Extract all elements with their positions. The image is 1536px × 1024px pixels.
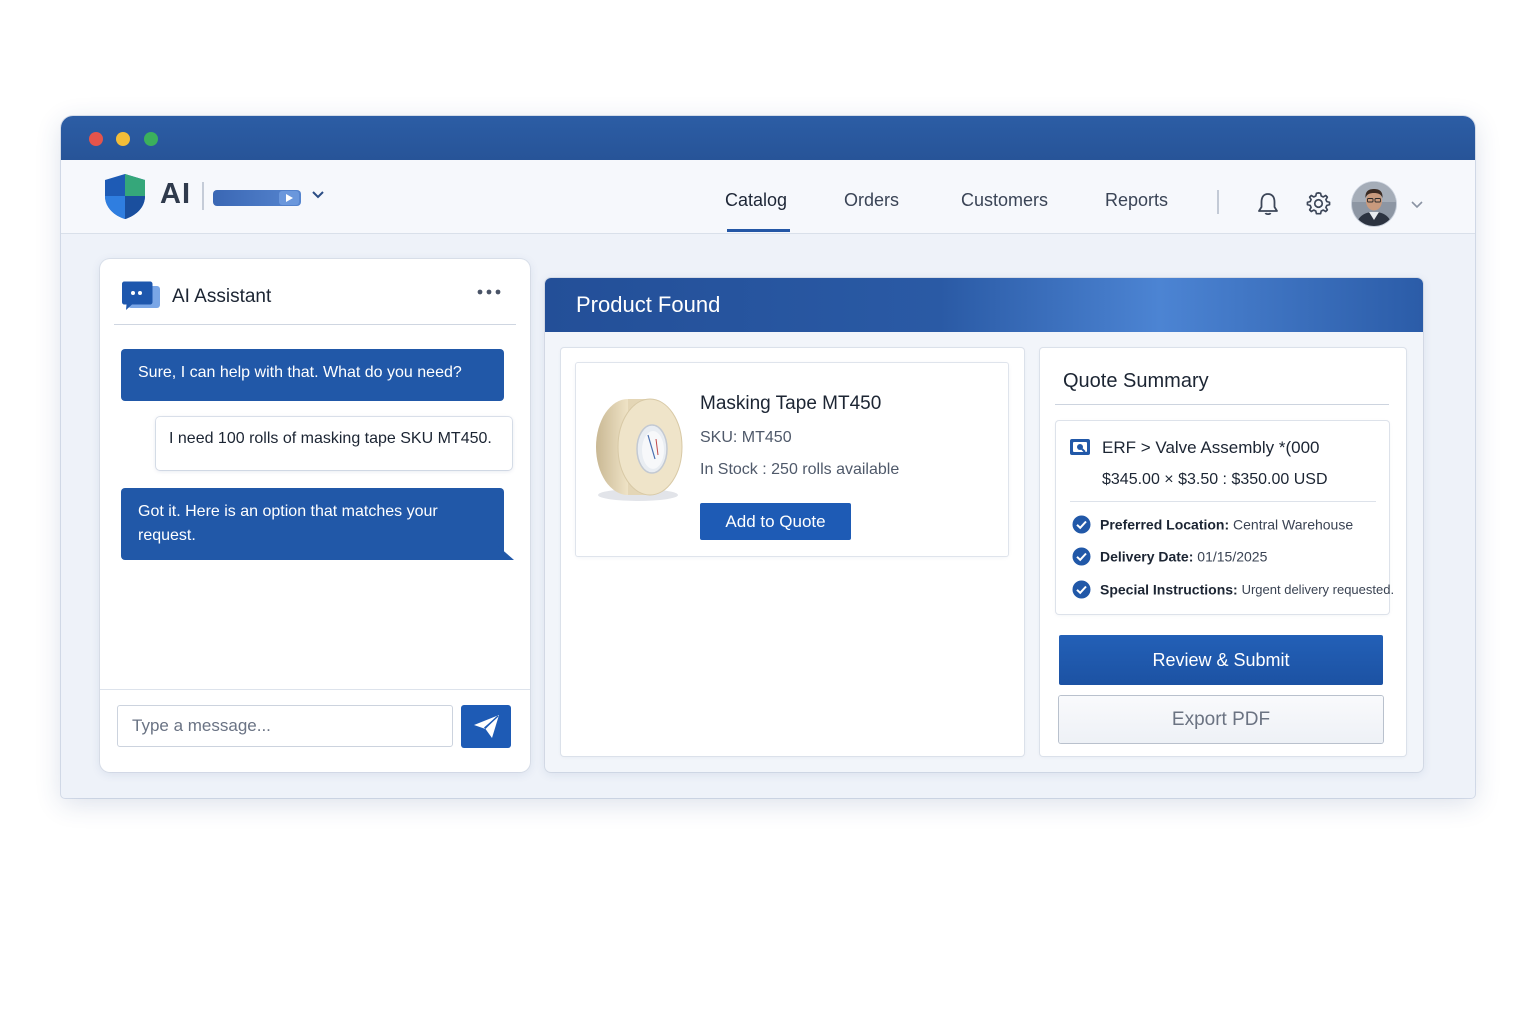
product-found-panel: Product Found Masking Tape MT450 SKU: MT… bbox=[545, 278, 1423, 772]
app-window: AI Catalog Orders Customers Reports AI A… bbox=[61, 116, 1475, 798]
add-to-quote-button[interactable]: Add to Quote bbox=[700, 503, 851, 540]
user-avatar-photo bbox=[1352, 182, 1396, 226]
quote-price-line: $345.00 × $3.50 : $350.00 USD bbox=[1102, 471, 1328, 488]
brand-name: AI bbox=[160, 178, 191, 210]
product-stock: In Stock : 250 rolls available bbox=[700, 461, 900, 478]
brand-divider bbox=[202, 182, 204, 210]
product-name: Masking Tape MT450 bbox=[700, 393, 882, 414]
maximize-window-button[interactable] bbox=[144, 132, 158, 146]
chat-header-divider bbox=[114, 324, 516, 325]
chevron-down-icon[interactable] bbox=[1410, 198, 1424, 212]
message-input[interactable] bbox=[117, 705, 453, 747]
detail-value: Central Warehouse bbox=[1233, 516, 1354, 533]
product-sku: SKU: MT450 bbox=[700, 429, 792, 446]
detail-label: Preferred Location: bbox=[1100, 516, 1230, 533]
chat-bubble-icon bbox=[122, 281, 160, 310]
ai-assistant-panel: AI Assistant Sure, I can help with that.… bbox=[100, 259, 530, 772]
send-button[interactable] bbox=[461, 705, 511, 748]
detail-special-instructions: Special Instructions: Urgent delivery re… bbox=[1072, 580, 1394, 599]
chat-title: AI Assistant bbox=[172, 286, 272, 307]
avatar[interactable] bbox=[1352, 182, 1396, 226]
tab-orders[interactable]: Orders bbox=[844, 190, 899, 211]
check-circle-icon bbox=[1072, 547, 1091, 566]
check-circle-icon bbox=[1072, 515, 1091, 534]
detail-delivery-date: Delivery Date: 01/15/2025 bbox=[1072, 547, 1267, 566]
product-result-card: Masking Tape MT450 SKU: MT450 In Stock :… bbox=[561, 348, 1024, 756]
quote-line-item: ERF > Valve Assembly *(000 bbox=[1102, 438, 1320, 457]
window-titlebar bbox=[61, 116, 1475, 160]
user-message: I need 100 rolls of masking tape SKU MT4… bbox=[156, 417, 512, 470]
detail-value: Urgent delivery requested. bbox=[1241, 582, 1395, 597]
gear-icon[interactable] bbox=[1306, 191, 1331, 216]
assistant-message: Sure, I can help with that. What do you … bbox=[121, 349, 504, 401]
chevron-down-icon[interactable] bbox=[311, 188, 325, 202]
more-options-icon[interactable] bbox=[476, 285, 502, 299]
product-panel-header: Product Found bbox=[545, 278, 1423, 332]
chat-footer-divider bbox=[100, 689, 530, 690]
active-tab-indicator bbox=[727, 229, 790, 232]
detail-value: 01/15/2025 bbox=[1197, 548, 1268, 565]
product-item-card: Masking Tape MT450 SKU: MT450 In Stock :… bbox=[576, 363, 1008, 556]
top-navbar: AI Catalog Orders Customers Reports bbox=[61, 160, 1475, 234]
document-icon bbox=[1070, 439, 1090, 455]
bell-icon[interactable] bbox=[1257, 192, 1279, 216]
quote-summary-title: Quote Summary bbox=[1063, 370, 1209, 392]
masking-tape-image bbox=[596, 398, 683, 501]
tab-catalog[interactable]: Catalog bbox=[725, 190, 787, 211]
quote-box-divider bbox=[1070, 501, 1376, 502]
tab-reports[interactable]: Reports bbox=[1105, 190, 1168, 211]
detail-label: Special Instructions: bbox=[1100, 581, 1238, 598]
assistant-message: Got it. Here is an option that matches y… bbox=[121, 488, 504, 560]
export-pdf-button[interactable]: Export PDF bbox=[1059, 696, 1383, 743]
quote-title-divider bbox=[1055, 404, 1389, 405]
detail-label: Delivery Date: bbox=[1100, 548, 1194, 565]
send-icon bbox=[474, 715, 499, 738]
quote-summary-card: Quote Summary ERF > Valve Assembly *(000… bbox=[1040, 348, 1406, 756]
product-panel-title: Product Found bbox=[576, 292, 721, 317]
app-switcher-play-icon bbox=[279, 191, 299, 205]
check-circle-icon bbox=[1072, 580, 1091, 599]
nav-divider bbox=[1217, 190, 1219, 214]
message-tail bbox=[498, 546, 514, 560]
quote-line-item-box: ERF > Valve Assembly *(000 $345.00 × $3.… bbox=[1056, 421, 1394, 614]
review-submit-button[interactable]: Review & Submit bbox=[1059, 635, 1383, 685]
close-window-button[interactable] bbox=[89, 132, 103, 146]
tab-customers[interactable]: Customers bbox=[961, 190, 1048, 211]
detail-preferred-location: Preferred Location: Central Warehouse bbox=[1072, 515, 1353, 534]
minimize-window-button[interactable] bbox=[116, 132, 130, 146]
shield-logo-icon bbox=[105, 174, 145, 219]
